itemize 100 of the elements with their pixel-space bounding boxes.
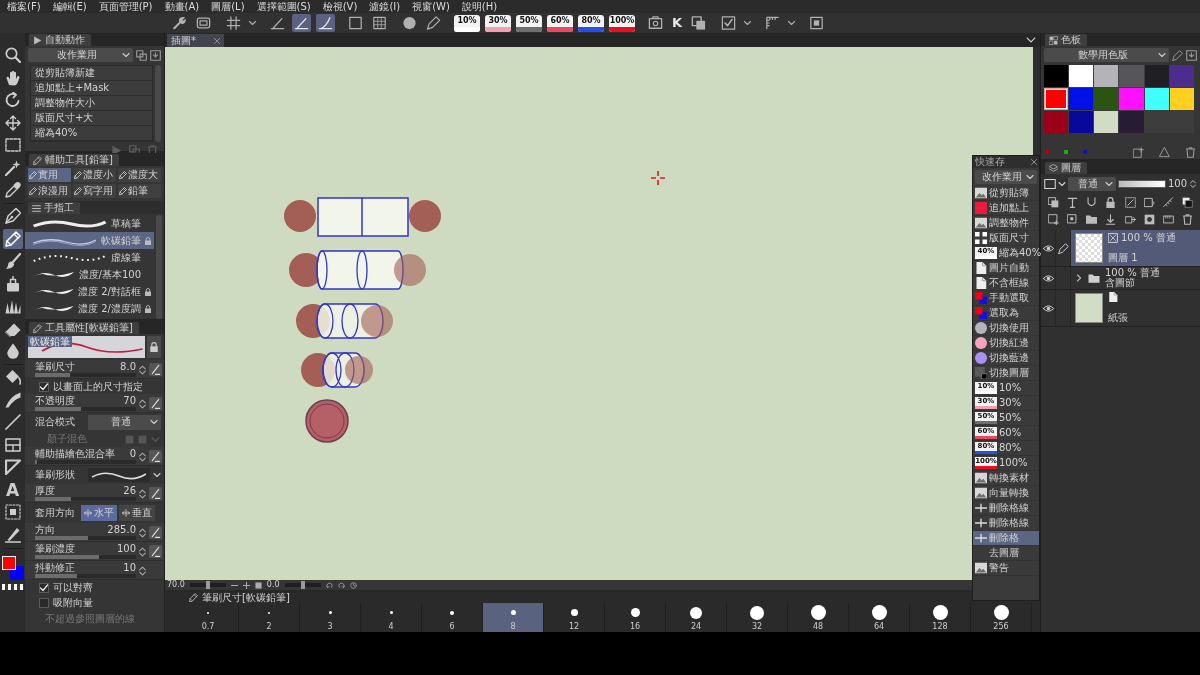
layer-item[interactable]: 100 % 普通 含圖節 <box>1071 267 1200 289</box>
brush-size-button[interactable]: 8 <box>483 603 544 632</box>
caret-down-icon[interactable] <box>153 471 161 479</box>
layer-item[interactable]: 紙張 <box>1071 290 1200 326</box>
search-icon[interactable] <box>2 45 23 65</box>
color-swatch[interactable] <box>1119 88 1144 110</box>
rotate-left-icon[interactable] <box>325 581 333 589</box>
letter-button[interactable]: K <box>670 14 685 32</box>
square-hole-icon[interactable] <box>1143 214 1155 225</box>
eye-icon[interactable] <box>1042 302 1054 314</box>
percent-button[interactable]: 50% <box>516 14 542 32</box>
pen-stroke-icon[interactable] <box>149 526 162 539</box>
percent-button[interactable]: 60% <box>547 14 573 32</box>
slider-track[interactable] <box>35 555 136 559</box>
direction-toggle[interactable]: 水平 <box>81 505 117 521</box>
pen-icon[interactable] <box>1172 49 1183 61</box>
value-field[interactable]: 26 <box>123 485 136 497</box>
color-set-dropdown[interactable]: 數學用色版 <box>1044 48 1169 62</box>
layer-item[interactable]: 100 % 普通 圖層 1 <box>1071 230 1200 266</box>
brush-size-button[interactable]: 48 <box>788 603 849 632</box>
zoom-in-icon[interactable] <box>242 581 250 589</box>
action-set-dropdown[interactable]: 改作業用 <box>28 48 133 62</box>
spinner-icon[interactable] <box>138 450 147 463</box>
spinner-icon[interactable] <box>138 397 147 410</box>
quick-access-item[interactable]: 刪除格 <box>973 531 1039 546</box>
pen-stroke-icon[interactable] <box>149 363 162 376</box>
wrench-icon[interactable] <box>170 14 189 32</box>
quick-access-item[interactable]: 追加點上 <box>973 201 1039 216</box>
percent-button[interactable]: 80% <box>578 14 604 32</box>
color-swatch[interactable] <box>1169 88 1194 110</box>
value-field[interactable]: 100 <box>116 543 136 555</box>
triangle-icon[interactable] <box>1159 146 1170 158</box>
pen-nib-icon[interactable] <box>2 206 23 226</box>
brush-size-button[interactable]: 24 <box>666 603 727 632</box>
color-swatch[interactable] <box>1044 65 1069 87</box>
menu-item[interactable]: 視窗(W) <box>412 0 450 13</box>
delete-icon[interactable] <box>1185 146 1196 158</box>
color-swatch[interactable] <box>1069 65 1094 87</box>
color-swatch[interactable] <box>1069 111 1094 133</box>
checkbox[interactable] <box>39 582 49 593</box>
menu-item[interactable]: 動畫(A) <box>164 0 200 13</box>
menu-item[interactable]: 選擇範圍(S) <box>256 0 311 13</box>
spinner-icon[interactable] <box>138 545 147 558</box>
grid-icon[interactable] <box>224 14 243 32</box>
value-field[interactable]: 0 <box>129 448 136 460</box>
spinner-icon[interactable] <box>138 487 147 500</box>
spinner-icon[interactable] <box>1189 180 1197 188</box>
value-field[interactable]: 285.0 <box>107 524 136 536</box>
eye-icon[interactable] <box>1042 272 1054 284</box>
color-swatch[interactable] <box>1094 111 1119 133</box>
sub-tool-group[interactable]: 實用 <box>28 168 71 182</box>
text-tool-button[interactable]: A <box>2 479 23 500</box>
quick-access-item[interactable]: 圖片自動 <box>973 261 1039 276</box>
menu-item[interactable]: 編輯(E) <box>52 0 87 13</box>
sub-tool-item[interactable]: 濃度 2/對話框 <box>25 283 154 300</box>
square-icon[interactable] <box>346 14 365 32</box>
opacity-value[interactable]: 100 <box>1167 178 1187 190</box>
pen-stroke-icon[interactable] <box>149 545 162 558</box>
percent-button[interactable]: 100% <box>609 14 635 32</box>
value-field[interactable]: 10 <box>123 562 136 574</box>
sub-tool-item[interactable]: 濃度 2/濃度調 <box>25 300 154 317</box>
quick-access-item[interactable]: 警告 <box>973 561 1039 576</box>
color-swatch[interactable] <box>1144 88 1169 110</box>
menu-item[interactable]: 檔案(F) <box>7 0 41 13</box>
blend-mode-dropdown[interactable]: 普通 <box>1068 177 1116 191</box>
sub-tool-group-tab[interactable]: 手指工 <box>28 202 80 214</box>
brush-size-button[interactable]: 32 <box>727 603 788 632</box>
brush-size-button[interactable]: 4 <box>361 603 422 632</box>
direction-toggle[interactable]: 垂直 <box>119 505 155 521</box>
color-swatch[interactable] <box>1119 111 1144 133</box>
color-swatch[interactable] <box>1044 88 1069 110</box>
brush-size-button[interactable]: 3 <box>300 603 361 632</box>
sub-tool-group[interactable]: 鉛筆 <box>118 184 161 198</box>
quick-access-item[interactable]: 選取為 <box>973 306 1039 321</box>
blend-mode-dropdown[interactable]: 普通 <box>88 414 161 430</box>
sub-tool-item[interactable]: 草稿筆 <box>25 215 154 232</box>
sub-tool-item[interactable]: 濃度/基本100 <box>25 266 154 283</box>
quick-access-item[interactable]: 不含框線 <box>973 276 1039 291</box>
brush-size-button[interactable]: 128 <box>910 603 971 632</box>
action-item[interactable]: 版面尺寸+大 <box>31 111 152 126</box>
text-cursor-icon[interactable] <box>1067 197 1079 208</box>
caret-right-icon[interactable] <box>1075 274 1083 282</box>
action-item[interactable]: 調整物件大小 <box>31 96 152 111</box>
dashed-square-icon[interactable] <box>1124 197 1136 208</box>
selection-rectangle-icon[interactable] <box>2 135 23 155</box>
clock-icon[interactable] <box>349 581 357 589</box>
quick-access-item[interactable]: 從剪貼簿 <box>973 186 1039 201</box>
brush-size-button[interactable]: 64 <box>849 603 910 632</box>
action-item[interactable]: 追加點上+Mask <box>31 81 152 96</box>
magnet-icon[interactable] <box>1086 197 1098 208</box>
action-item[interactable]: 從剪貼簿新建 <box>31 66 152 81</box>
color-set-tab[interactable]: 色板 <box>1045 34 1087 46</box>
slider-thumb[interactable] <box>300 581 305 589</box>
quick-access-set-dropdown[interactable]: 改作業用 <box>975 170 1037 184</box>
close-icon[interactable] <box>1031 159 1037 165</box>
pen-stroke-icon[interactable] <box>149 450 162 463</box>
overlapping-squares-icon[interactable] <box>1048 197 1060 208</box>
quick-access-item[interactable]: 轉換素材 <box>973 471 1039 486</box>
sub-tool-group[interactable]: 浪漫用 <box>28 184 71 198</box>
color-swatch[interactable] <box>1169 65 1194 87</box>
